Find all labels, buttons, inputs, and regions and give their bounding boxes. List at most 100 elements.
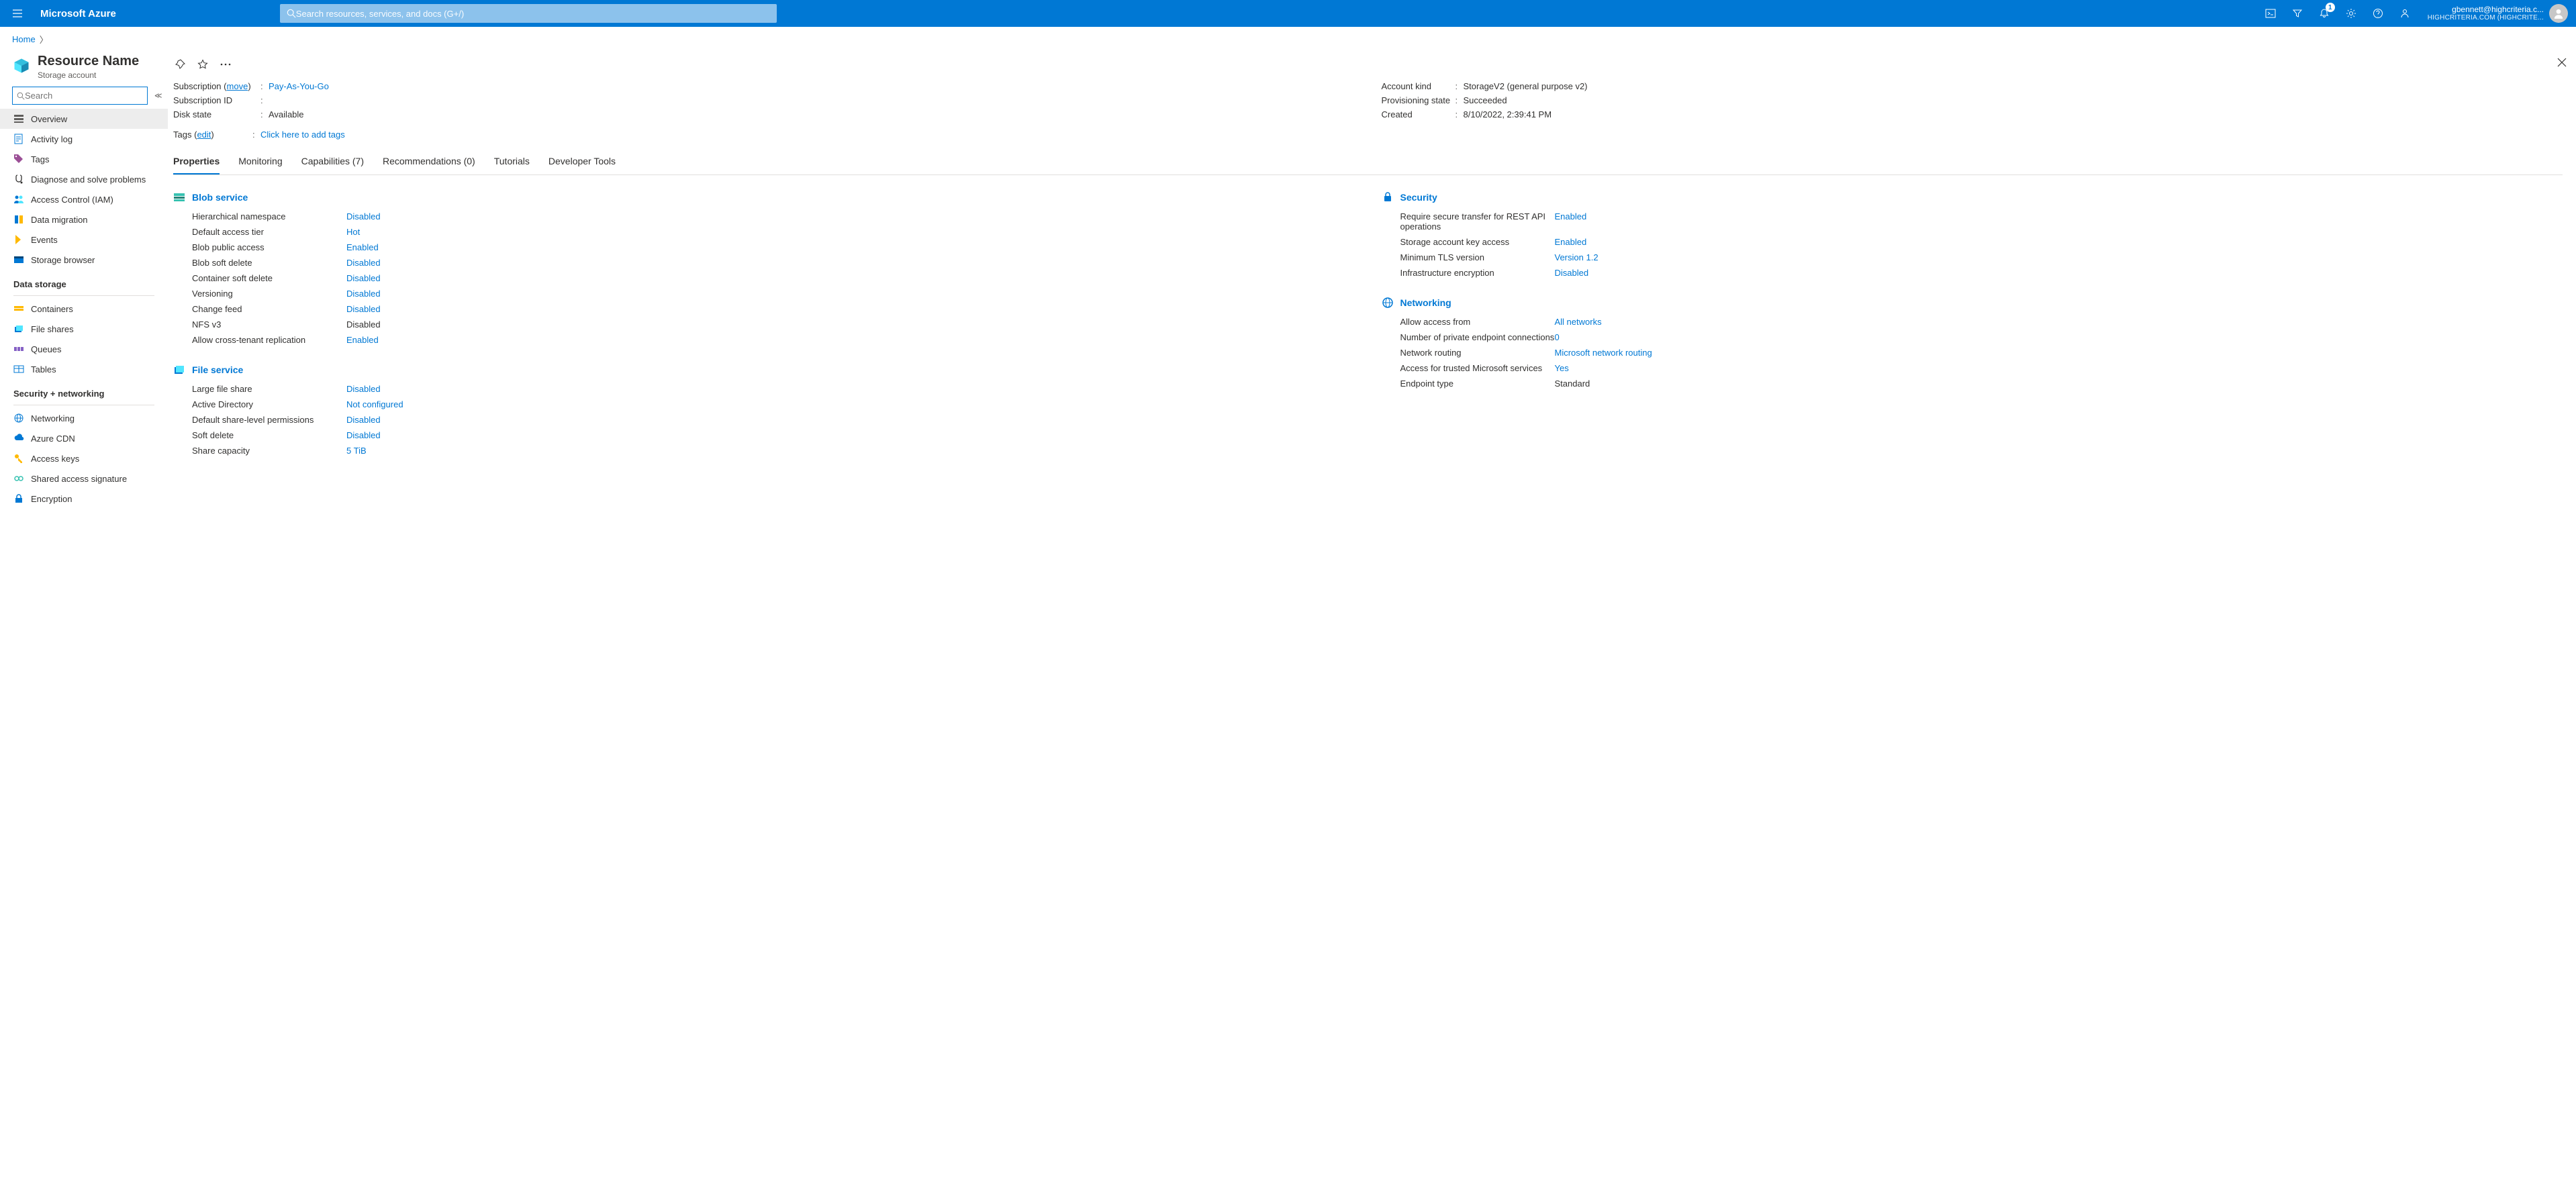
- pin-button[interactable]: [173, 58, 187, 71]
- favorite-button[interactable]: [196, 58, 209, 71]
- prop-value[interactable]: Disabled: [346, 415, 1355, 425]
- prop-value[interactable]: Microsoft network routing: [1555, 348, 2563, 358]
- prop-row: Blob public accessEnabled: [173, 240, 1355, 255]
- global-search[interactable]: [280, 4, 777, 23]
- blob-header[interactable]: Blob service: [192, 192, 248, 203]
- prop-value[interactable]: Version 1.2: [1555, 252, 2563, 262]
- prop-value[interactable]: Enabled: [1555, 237, 2563, 247]
- prop-row: Endpoint typeStandard: [1382, 376, 2563, 391]
- file-header[interactable]: File service: [192, 364, 243, 375]
- sidebar-search-box[interactable]: [12, 87, 148, 105]
- sidebar-item-keys[interactable]: Access keys: [0, 448, 168, 468]
- collapse-sidebar-button[interactable]: ≪: [154, 91, 162, 100]
- sidebar-item-tag[interactable]: Tags: [0, 149, 168, 169]
- tab-tutorials[interactable]: Tutorials: [494, 150, 530, 174]
- prop-value[interactable]: Disabled: [346, 289, 1355, 299]
- tab-monitoring[interactable]: Monitoring: [238, 150, 282, 174]
- prop-row: Default access tierHot: [173, 224, 1355, 240]
- sidebar-item-containers[interactable]: Containers: [0, 299, 168, 319]
- sidebar-item-events[interactable]: Events: [0, 230, 168, 250]
- sidebar-item-encryption[interactable]: Encryption: [0, 489, 168, 509]
- sidebar-item-sas[interactable]: Shared access signature: [0, 468, 168, 489]
- networking-icon: [13, 413, 24, 423]
- prop-key: Versioning: [192, 289, 346, 299]
- brand-label[interactable]: Microsoft Azure: [31, 8, 126, 19]
- move-subscription-link[interactable]: move: [227, 81, 248, 91]
- tab-developer-tools[interactable]: Developer Tools: [548, 150, 616, 174]
- sidebar-item-label: Tags: [31, 154, 49, 164]
- sidebar-item-iam[interactable]: Access Control (IAM): [0, 189, 168, 209]
- sidebar-item-activity[interactable]: Activity log: [0, 129, 168, 149]
- prop-value[interactable]: Disabled: [346, 430, 1355, 440]
- sidebar-item-label: Shared access signature: [31, 474, 127, 484]
- sidebar-item-label: Access Control (IAM): [31, 195, 113, 205]
- cloud-shell-icon: [2265, 8, 2276, 19]
- fileshares-icon: [13, 323, 24, 334]
- hamburger-menu[interactable]: [4, 0, 31, 27]
- tab-recommendations-[interactable]: Recommendations (0): [383, 150, 475, 174]
- prop-value[interactable]: Enabled: [346, 242, 1355, 252]
- created-label: Created: [1382, 109, 1456, 119]
- directories-button[interactable]: [2284, 0, 2311, 27]
- sidebar-item-migration[interactable]: Data migration: [0, 209, 168, 230]
- sidebar-item-networking[interactable]: Networking: [0, 408, 168, 428]
- breadcrumb-home[interactable]: Home: [12, 34, 36, 44]
- sidebar-item-overview[interactable]: Overview: [0, 109, 168, 129]
- sidebar-item-cdn[interactable]: Azure CDN: [0, 428, 168, 448]
- prop-row: Change feedDisabled: [173, 301, 1355, 317]
- prop-value[interactable]: 0: [1555, 332, 2563, 342]
- sidebar-item-label: Networking: [31, 413, 75, 423]
- sidebar-search-input[interactable]: [25, 91, 143, 101]
- networking-header[interactable]: Networking: [1400, 297, 1451, 308]
- prop-key: Large file share: [192, 384, 346, 394]
- security-header[interactable]: Security: [1400, 192, 1437, 203]
- sidebar-item-fileshares[interactable]: File shares: [0, 319, 168, 339]
- tab-properties[interactable]: Properties: [173, 150, 220, 174]
- account-menu[interactable]: gbennett@highcriteria.c... HIGHCRITERIA.…: [2418, 4, 2572, 23]
- close-button[interactable]: [2557, 58, 2567, 67]
- prop-value[interactable]: 5 TiB: [346, 446, 1355, 456]
- feedback-button[interactable]: [2391, 0, 2418, 27]
- cdn-icon: [13, 433, 24, 444]
- global-search-input[interactable]: [296, 9, 770, 19]
- edit-tags-link[interactable]: edit: [197, 130, 211, 140]
- star-icon: [197, 59, 208, 70]
- prop-value[interactable]: Not configured: [346, 399, 1355, 409]
- sidebar-item-label: Containers: [31, 304, 73, 314]
- prop-value[interactable]: Disabled: [346, 384, 1355, 394]
- sidebar-item-tables[interactable]: Tables: [0, 359, 168, 379]
- prop-row: Storage account key accessEnabled: [1382, 234, 2563, 250]
- prop-value[interactable]: Disabled: [346, 273, 1355, 283]
- prop-value[interactable]: Enabled: [1555, 211, 2563, 232]
- prop-value[interactable]: Disabled: [346, 258, 1355, 268]
- content-header: [168, 51, 2576, 71]
- search-icon: [287, 9, 296, 18]
- prop-value[interactable]: Disabled: [1555, 268, 2563, 278]
- prop-row: NFS v3Disabled: [173, 317, 1355, 332]
- account-email: gbennett@highcriteria.c...: [2428, 5, 2544, 14]
- prop-value[interactable]: Yes: [1555, 363, 2563, 373]
- prop-value[interactable]: Disabled: [346, 211, 1355, 221]
- prop-row: Blob soft deleteDisabled: [173, 255, 1355, 270]
- sidebar-item-diagnose[interactable]: Diagnose and solve problems: [0, 169, 168, 189]
- prop-value[interactable]: Disabled: [346, 304, 1355, 314]
- notifications-button[interactable]: 1: [2311, 0, 2338, 27]
- prop-key: Hierarchical namespace: [192, 211, 346, 221]
- prop-value[interactable]: Enabled: [346, 335, 1355, 345]
- sidebar-item-browser[interactable]: Storage browser: [0, 250, 168, 270]
- prop-row: Hierarchical namespaceDisabled: [173, 209, 1355, 224]
- prop-row: Large file shareDisabled: [173, 381, 1355, 397]
- subscription-value[interactable]: Pay-As-You-Go: [269, 81, 1355, 91]
- sidebar-item-label: Queues: [31, 344, 62, 354]
- prop-value[interactable]: All networks: [1555, 317, 2563, 327]
- sidebar-item-label: Data migration: [31, 215, 88, 225]
- more-button[interactable]: [219, 58, 232, 71]
- prop-value[interactable]: Hot: [346, 227, 1355, 237]
- sidebar-item-queues[interactable]: Queues: [0, 339, 168, 359]
- cloud-shell-button[interactable]: [2257, 0, 2284, 27]
- tab-capabilities-[interactable]: Capabilities (7): [301, 150, 364, 174]
- prop-row: Infrastructure encryptionDisabled: [1382, 265, 2563, 281]
- add-tags-link[interactable]: Click here to add tags: [260, 130, 2563, 140]
- help-button[interactable]: [2365, 0, 2391, 27]
- settings-button[interactable]: [2338, 0, 2365, 27]
